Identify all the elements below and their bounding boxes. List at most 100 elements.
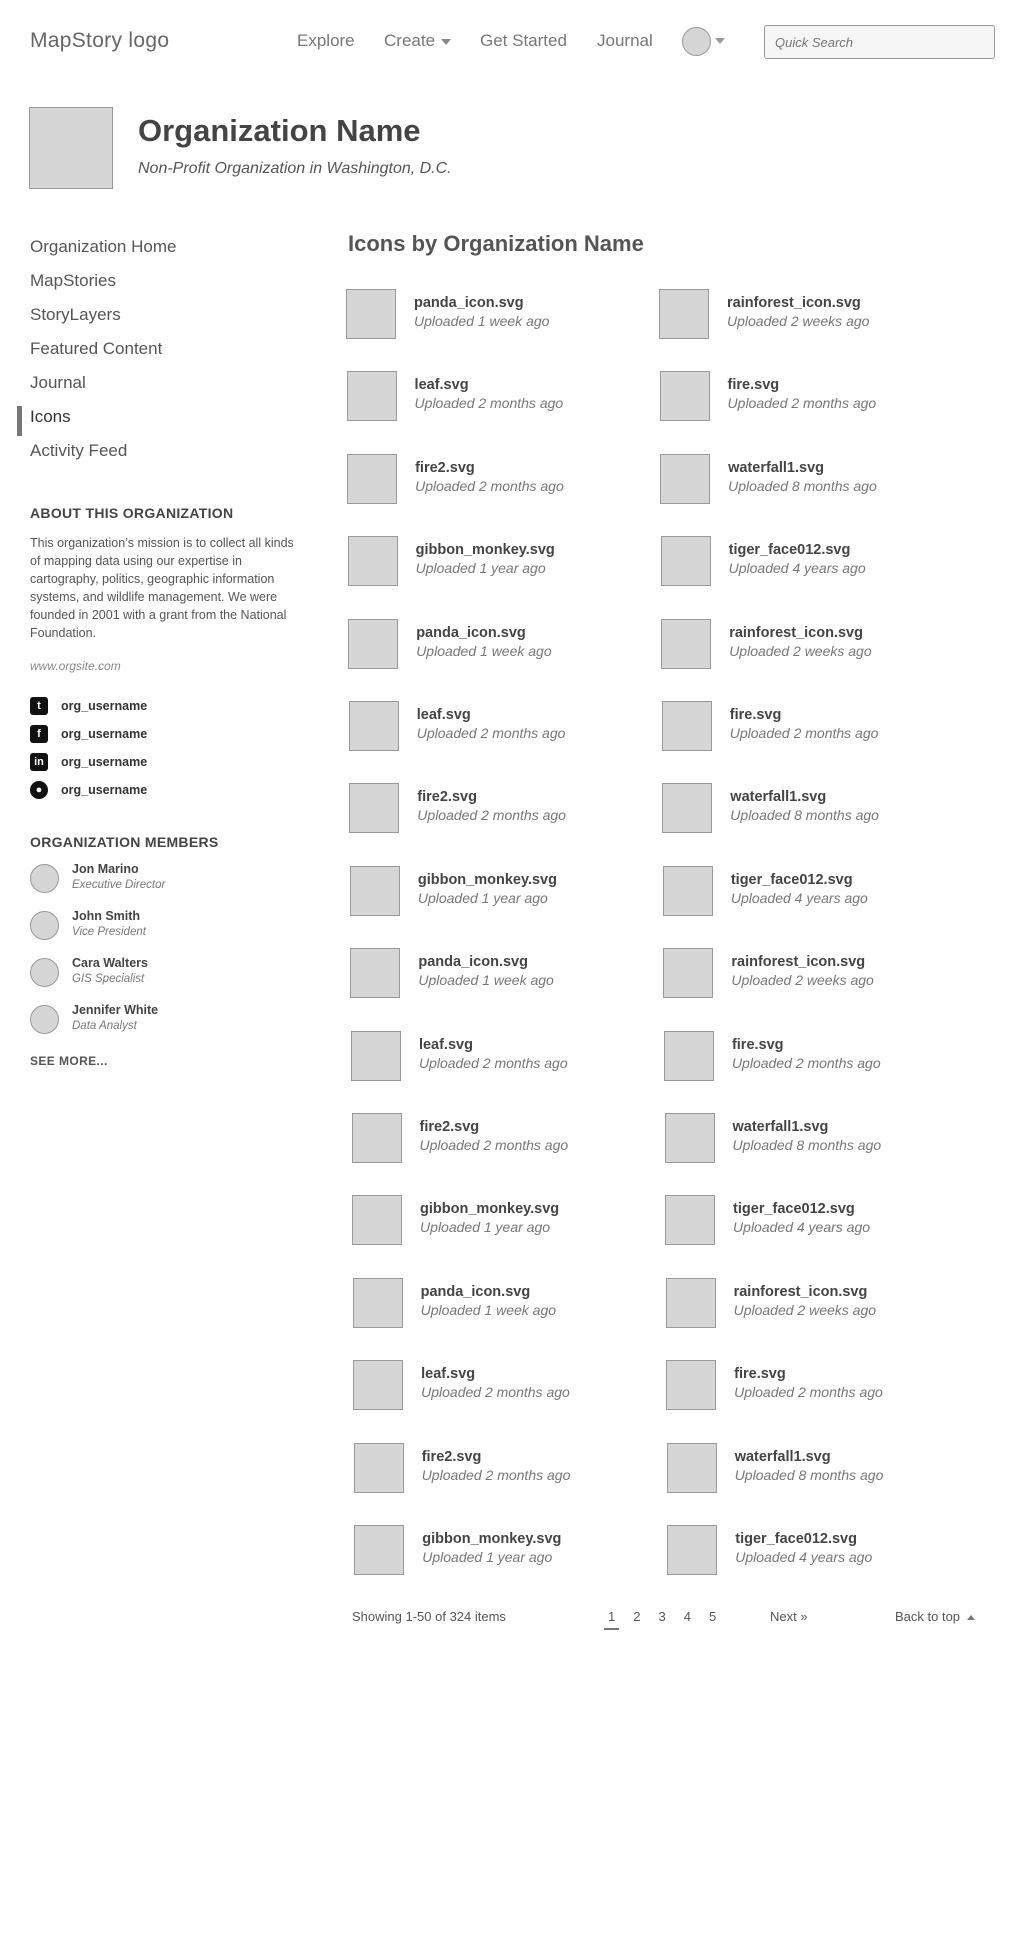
page-2-link[interactable]: 2 (633, 1609, 640, 1628)
icon-list-item[interactable]: rainforest_icon.svg Uploaded 2 weeks ago (659, 289, 949, 341)
icon-list-item[interactable]: tiger_face012.svg Uploaded 4 years ago (660, 536, 951, 588)
icon-thumbnail (349, 783, 400, 834)
see-more-members-link[interactable]: SEE MORE... (30, 1054, 108, 1068)
icon-list-item[interactable]: leaf.svg Uploaded 2 months ago (350, 1030, 641, 1083)
icon-thumbnail (352, 1277, 403, 1328)
page-4-link[interactable]: 4 (684, 1609, 691, 1628)
mapstory-logo[interactable]: MapStory logo (30, 29, 169, 53)
social-twitter[interactable]: t org_username (30, 692, 147, 720)
member-item[interactable]: Cara Walters GIS Specialist (30, 956, 290, 1003)
sidebar-item-mapstories[interactable]: MapStories (30, 269, 290, 303)
icon-list-item[interactable]: tiger_face012.svg Uploaded 4 years ago (665, 1195, 955, 1247)
avatar (30, 911, 59, 940)
icon-list-item[interactable]: rainforest_icon.svg Uploaded 2 weeks ago (663, 948, 953, 1000)
social-linkedin[interactable]: in org_username (30, 748, 147, 776)
icon-list-item[interactable]: gibbon_monkey.svg Uploaded 1 year ago (349, 865, 640, 918)
sidebar-item-icons[interactable]: Icons (17, 405, 290, 439)
icon-list-item[interactable]: panda_icon.svg Uploaded 1 week ago (350, 948, 640, 1000)
sidebar-item-organization-home[interactable]: Organization Home (30, 235, 290, 269)
icon-filename: waterfall1.svg (732, 1119, 829, 1135)
icon-list-item[interactable]: fire.svg Uploaded 2 months ago (661, 701, 952, 753)
icon-list-item[interactable]: panda_icon.svg Uploaded 1 week ago (352, 1277, 643, 1330)
icon-upload-date: Uploaded 8 months ago (734, 1466, 884, 1483)
icon-filename: leaf.svg (418, 1036, 473, 1053)
icon-list-item[interactable]: gibbon_monkey.svg Uploaded 1 year ago (347, 536, 638, 588)
icon-list-item[interactable]: rainforest_icon.svg Uploaded 2 weeks ago (661, 618, 951, 671)
icon-list-item[interactable]: leaf.svg Uploaded 2 months ago (348, 701, 639, 753)
back-to-top-link[interactable]: Back to top (895, 1609, 976, 1624)
icon-upload-date: Uploaded 2 months ago (727, 395, 877, 412)
organization-subtitle: Non-Profit Organization in Washington, D… (138, 160, 452, 177)
icon-list-item[interactable]: waterfall1.svg Uploaded 8 months ago (662, 783, 952, 835)
icon-list-item[interactable]: leaf.svg Uploaded 2 months ago (346, 371, 637, 423)
caret-down-icon[interactable] (715, 38, 725, 44)
icon-filename: fire2.svg (421, 1448, 482, 1465)
icon-filename: panda_icon.svg (420, 1283, 531, 1300)
icon-thumbnail (660, 536, 711, 587)
sidebar-item-storylayers[interactable]: StoryLayers (30, 303, 290, 337)
icon-filename: rainforest_icon.svg (727, 295, 861, 311)
icon-list-item[interactable]: tiger_face012.svg Uploaded 4 years ago (667, 1525, 957, 1577)
icon-filename: fire2.svg (419, 1119, 480, 1135)
icon-thumbnail (354, 1525, 405, 1575)
icon-list-item[interactable]: fire2.svg Uploaded 2 months ago (347, 453, 637, 506)
nav-journal[interactable]: Journal (597, 31, 653, 51)
member-role: GIS Specialist (72, 973, 145, 985)
icon-upload-date: Uploaded 2 months ago (418, 1054, 568, 1071)
icon-upload-date: Uploaded 2 months ago (415, 477, 564, 494)
icon-filename: gibbon_monkey.svg (422, 1531, 562, 1547)
nav-create[interactable]: Create (384, 31, 452, 51)
page-5-link[interactable]: 5 (709, 1609, 716, 1628)
icon-upload-date: Uploaded 8 months ago (732, 1137, 882, 1153)
icon-thumbnail (661, 701, 712, 751)
website-link[interactable]: www.orgsite.com (30, 659, 121, 673)
social-github[interactable]: ● org_username (30, 776, 147, 804)
icon-list-item[interactable]: fire.svg Uploaded 2 months ago (659, 371, 950, 423)
user-avatar[interactable] (682, 27, 711, 56)
icon-upload-date: Uploaded 2 weeks ago (727, 313, 870, 329)
icon-list-item[interactable]: fire2.svg Uploaded 2 months ago (351, 1113, 642, 1165)
icon-list-item[interactable]: rainforest_icon.svg Uploaded 2 weeks ago (665, 1277, 956, 1330)
page-1-link[interactable]: 1 (603, 1609, 620, 1630)
icon-list-item[interactable]: waterfall1.svg Uploaded 8 months ago (666, 1442, 957, 1495)
icon-filename: leaf.svg (416, 707, 471, 723)
icon-list-item[interactable]: waterfall1.svg Uploaded 8 months ago (664, 1113, 955, 1165)
icon-list-item[interactable]: panda_icon.svg Uploaded 1 week ago (346, 289, 636, 341)
sidebar-item-journal[interactable]: Journal (30, 371, 290, 405)
caret-up-icon (967, 1615, 976, 1621)
icon-filename: fire.svg (734, 1366, 786, 1383)
page-3-link[interactable]: 3 (658, 1609, 665, 1628)
icon-list-item[interactable]: panda_icon.svg Uploaded 1 week ago (348, 618, 638, 671)
icon-filename: waterfall1.svg (734, 1448, 831, 1465)
icon-upload-date: Uploaded 2 months ago (421, 1384, 570, 1401)
icon-filename: waterfall1.svg (728, 459, 825, 476)
next-page-link[interactable]: Next » (770, 1609, 808, 1624)
sidebar-item-activity-feed[interactable]: Activity Feed (30, 439, 290, 473)
sidebar-nav: Organization Home MapStories StoryLayers… (17, 235, 290, 473)
nav-explore[interactable]: Explore (297, 31, 355, 51)
social-label: org_username (61, 783, 148, 797)
icon-filename: waterfall1.svg (730, 789, 827, 806)
icon-list-item[interactable]: gibbon_monkey.svg Uploaded 1 year ago (354, 1525, 644, 1577)
social-facebook[interactable]: f org_username (30, 720, 147, 748)
member-role: Data Analyst (72, 1020, 137, 1032)
icon-list-item[interactable]: fire2.svg Uploaded 2 months ago (353, 1442, 644, 1495)
icon-list-item[interactable]: fire.svg Uploaded 2 months ago (666, 1360, 956, 1412)
icon-upload-date: Uploaded 2 months ago (417, 807, 566, 824)
icon-list-item[interactable]: gibbon_monkey.svg Uploaded 1 year ago (352, 1195, 642, 1247)
icon-list-item[interactable]: leaf.svg Uploaded 2 months ago (353, 1360, 643, 1412)
sidebar-item-featured-content[interactable]: Featured Content (30, 337, 290, 371)
nav-get-started[interactable]: Get Started (480, 31, 567, 51)
member-item[interactable]: Jon Marino Executive Director (30, 862, 290, 909)
icon-list-item[interactable]: fire2.svg Uploaded 2 months ago (349, 783, 639, 835)
member-item[interactable]: John Smith Vice President (30, 909, 290, 956)
avatar (30, 864, 59, 893)
icon-list-item[interactable]: tiger_face012.svg Uploaded 4 years ago (662, 865, 953, 918)
member-item[interactable]: Jennifer White Data Analyst (30, 1003, 290, 1050)
quick-search-input[interactable] (764, 25, 995, 59)
social-label: org_username (61, 699, 148, 713)
icon-upload-date: Uploaded 2 months ago (734, 1384, 883, 1401)
icon-list-item[interactable]: fire.svg Uploaded 2 months ago (663, 1030, 954, 1083)
icon-list-item[interactable]: waterfall1.svg Uploaded 8 months ago (660, 453, 950, 506)
member-name: Cara Walters (72, 956, 148, 970)
